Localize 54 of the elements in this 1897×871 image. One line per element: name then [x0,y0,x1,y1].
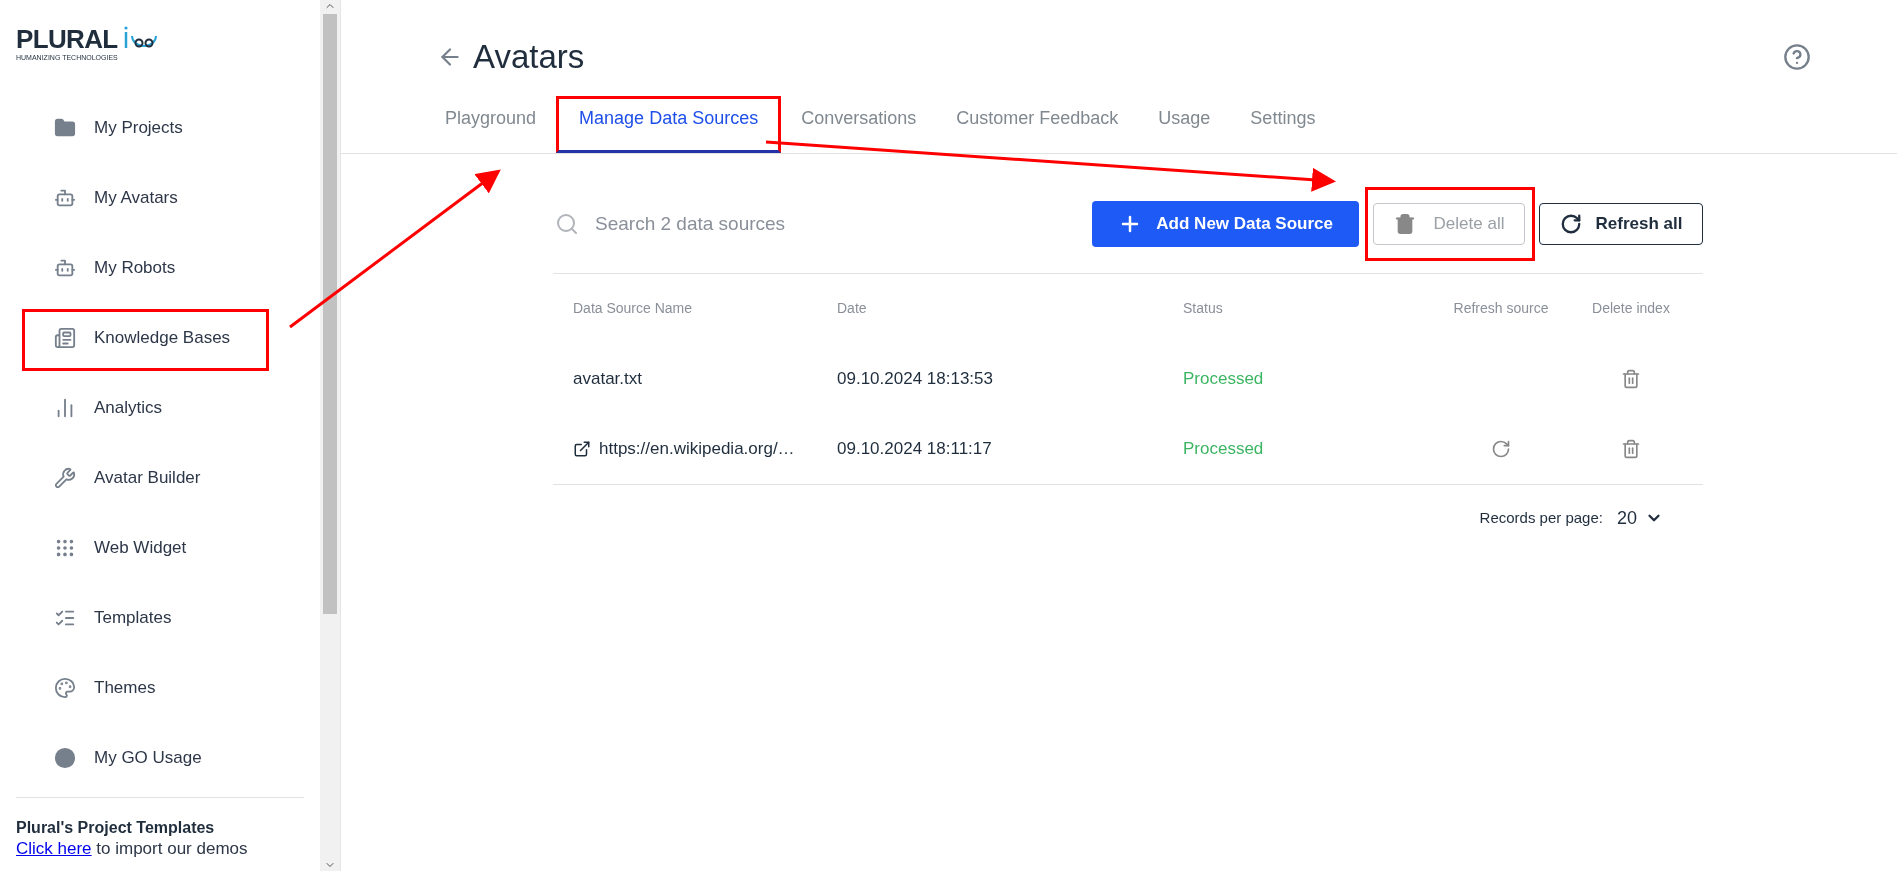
tab[interactable]: Usage [1138,98,1231,153]
source-name: avatar.txt [573,367,642,390]
date-cell: 09.10.2024 18:11:17 [837,438,992,458]
column-header: Date [837,300,867,316]
records-per-page-select[interactable]: 20 [1616,504,1663,532]
search-icon [555,212,579,236]
records-per-page-label: Records per page: [1479,507,1603,528]
trash-icon[interactable] [1621,368,1641,389]
status-text: Processed [1183,438,1264,458]
sidebar-item[interactable]: Templates [16,583,304,653]
sidebar-item[interactable]: Web Widget [16,513,304,583]
refresh-icon[interactable] [1491,438,1511,459]
refresh-all-button[interactable]: Refresh all [1539,203,1703,245]
page-title: Avatars [473,37,585,77]
sidebar-item[interactable]: My Robots [16,233,304,303]
tab[interactable]: Settings [1230,98,1336,153]
date-cell: 09.10.2024 18:13:53 [837,368,993,388]
robot-icon [54,257,76,279]
robot-icon [54,187,76,209]
status-text: Processed [1183,368,1264,388]
sidebar-item[interactable]: My GO Usage [16,723,304,793]
sidebar-item[interactable]: Themes [16,653,304,723]
search-input[interactable]: Search 2 data sources [595,209,895,239]
trash-icon[interactable] [1621,438,1641,459]
external-link-icon [573,439,591,458]
tab[interactable]: Playground [425,98,557,153]
column-header: Data Source Name [573,300,693,316]
refresh-icon [1559,213,1582,235]
column-header: Refresh source [1453,300,1549,316]
tab[interactable]: Manage Data Sources [556,95,782,153]
help-icon[interactable] [1783,42,1811,71]
sidebar-item[interactable]: Avatar Builder [16,443,304,513]
search-field[interactable]: Search 2 data sources [553,209,1093,239]
add-data-source-button[interactable]: Add New Data Source [1092,201,1359,247]
sidebar-item[interactable]: Analytics [16,373,304,443]
promo-title: Plural's Project Templates [16,818,216,838]
tab[interactable]: Customer Feedback [936,98,1139,153]
column-header: Delete index [1592,300,1670,316]
scrollbar[interactable] [320,0,340,871]
source-name[interactable]: https://en.wikipedia.org/… [599,435,795,462]
logo-wordmark: PLURAL [16,26,118,52]
sidebar-item[interactable]: My Projects [16,93,304,163]
document-icon [54,327,76,349]
trash-icon [1393,213,1416,235]
import-link[interactable]: Click here [16,839,92,858]
tab[interactable]: Conversations [781,98,937,153]
folder-icon [54,117,76,139]
wrench-icon [54,467,76,489]
dots-grid-icon [54,537,76,559]
promo-text: Click here to import our demos [16,838,249,860]
palette-icon [54,677,76,699]
sidebar-item[interactable]: My Avatars [16,163,304,233]
sidebar-item[interactable]: Knowledge Bases [16,303,304,373]
column-header: Status [1183,300,1223,316]
